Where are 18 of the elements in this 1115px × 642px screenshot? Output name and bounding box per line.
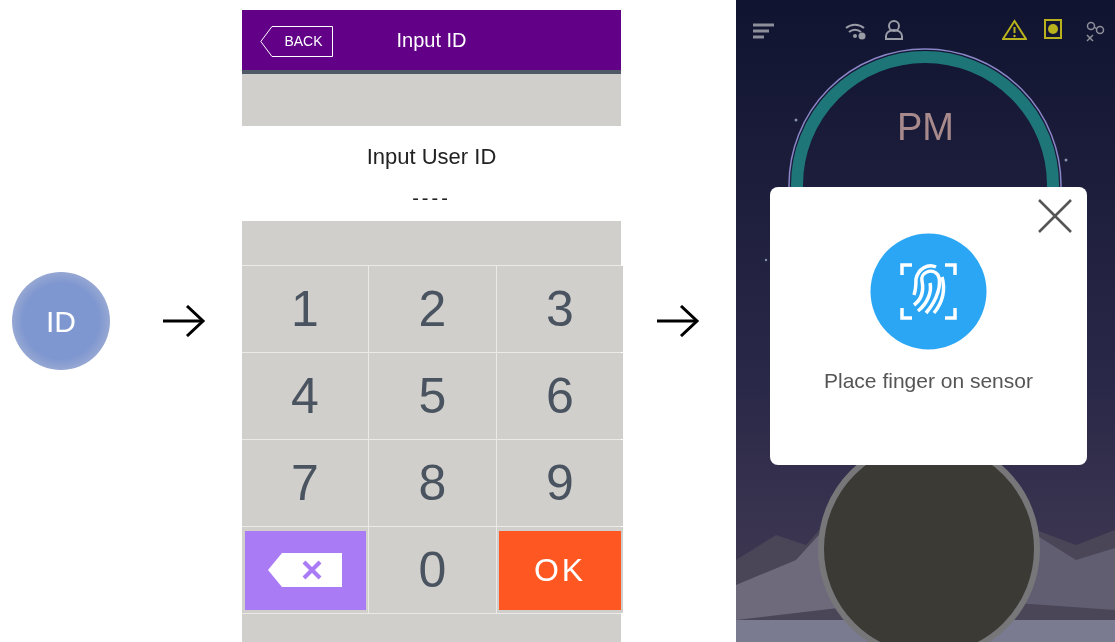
clock-period: PM [897, 108, 954, 146]
menu-icon[interactable] [753, 23, 774, 39]
id-button[interactable]: ID [12, 272, 110, 370]
backspace-icon [268, 553, 342, 587]
network-icon[interactable] [1085, 21, 1105, 42]
fingerprint-icon [870, 233, 987, 350]
alert-icon[interactable] [1044, 19, 1062, 39]
close-button[interactable] [1037, 198, 1073, 234]
dialog-message: Place finger on sensor [824, 368, 1033, 394]
ok-button[interactable]: OK [499, 530, 621, 610]
prompt-label: Input User ID [366, 143, 497, 171]
screen-title: Input ID [396, 28, 467, 53]
warning-icon[interactable] [1002, 19, 1027, 40]
close-icon [1037, 198, 1073, 234]
user-icon[interactable] [885, 20, 903, 40]
id-value: ---- [412, 186, 451, 211]
backspace-button[interactable] [244, 530, 366, 610]
back-button[interactable]: BACK [260, 26, 333, 57]
